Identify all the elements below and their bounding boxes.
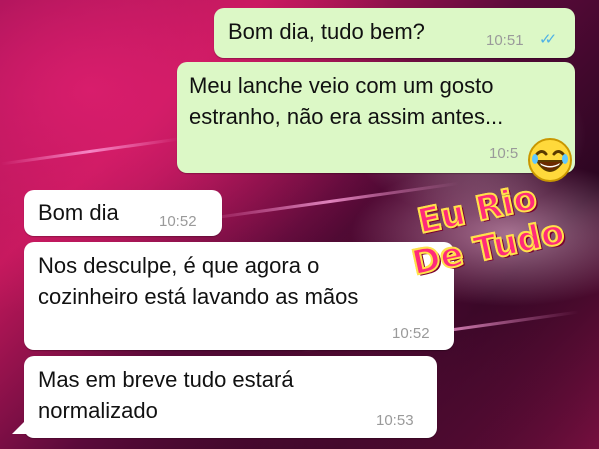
message-bubble-incoming[interactable]: Mas em breve tudo estará normalizado 10:… <box>24 356 437 438</box>
message-time: 10:5 <box>489 145 519 162</box>
message-text: Bom dia <box>38 200 119 225</box>
message-text: Nos desculpe, é que agora o cozinheiro e… <box>38 253 359 309</box>
watermark-logo: Eu Rio De Tudo <box>405 170 590 285</box>
message-text: Bom dia, tudo bem? <box>228 19 425 44</box>
message-bubble-outgoing[interactable]: Meu lanche veio com um gosto estranho, n… <box>177 62 575 173</box>
message-bubble-incoming[interactable]: Nos desculpe, é que agora o cozinheiro e… <box>24 242 454 350</box>
laughing-face-icon <box>528 138 572 182</box>
background-light-streak <box>0 137 180 166</box>
message-text: Mas em breve tudo estará normalizado <box>38 367 294 423</box>
message-bubble-outgoing[interactable]: Bom dia, tudo bem? 10:51 ✓✓ <box>214 8 575 58</box>
message-time: 10:52 <box>392 325 430 342</box>
message-time: 10:53 <box>376 412 414 429</box>
message-text: Meu lanche veio com um gosto estranho, n… <box>189 73 504 129</box>
message-bubble-incoming[interactable]: Bom dia 10:52 <box>24 190 222 236</box>
double-check-icon: ✓✓ <box>539 31 557 48</box>
message-time: 10:52 <box>159 213 197 230</box>
bubble-tail <box>12 418 28 434</box>
message-time: 10:51 <box>486 32 524 49</box>
chat-background: Bom dia, tudo bem? 10:51 ✓✓ Meu lanche v… <box>0 0 599 449</box>
